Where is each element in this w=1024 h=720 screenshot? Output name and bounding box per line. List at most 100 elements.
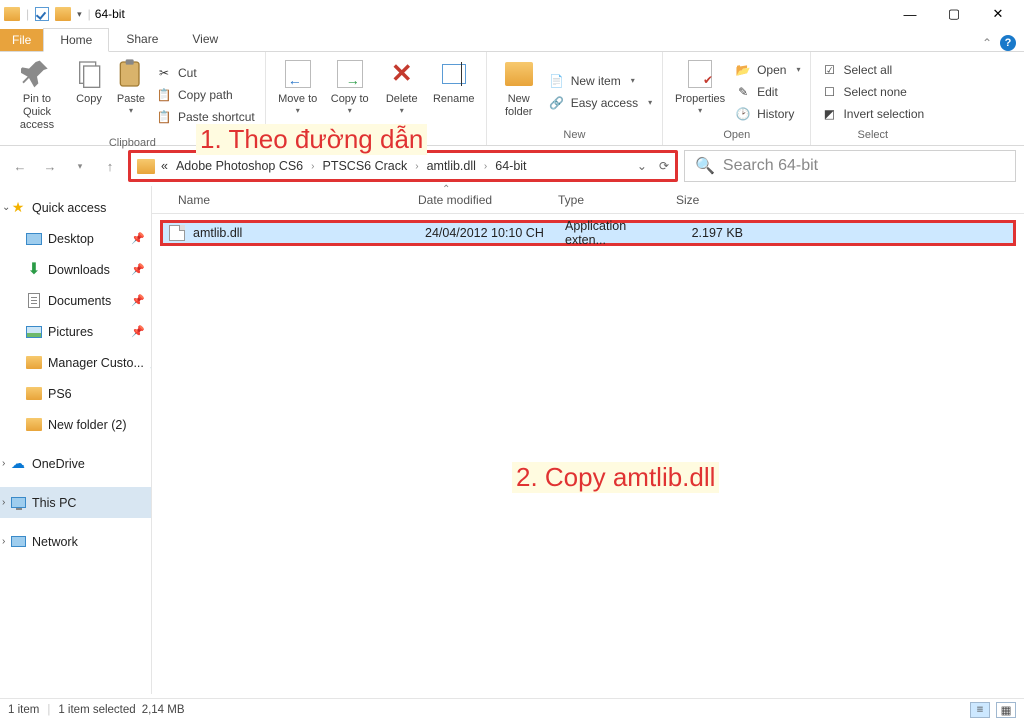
paste-shortcut-button[interactable]: 📋Paste shortcut [152,106,259,128]
qat: | ▾ | [4,7,91,21]
ribbon-group-new: New folder 📄New item▾ 🔗Easy access▾ New [487,52,663,145]
qat-divider: | [88,7,91,21]
folder-icon [4,7,20,21]
easy-access-button[interactable]: 🔗Easy access▾ [545,92,656,114]
sidebar-newfolder[interactable]: New folder (2) [0,409,151,440]
sidebar-downloads[interactable]: ⬇Downloads📌 [0,254,151,285]
sidebar-quick-access[interactable]: ⌄★Quick access [0,192,151,223]
tab-view[interactable]: View [175,27,235,51]
breadcrumb-prefix: « [161,159,168,173]
sidebar-onedrive[interactable]: ›☁OneDrive [0,448,151,479]
forward-button[interactable]: → [38,154,62,178]
status-size: 2,14 MB [142,704,185,716]
rename-button[interactable]: Rename [428,54,480,129]
sort-indicator-icon: ⌃ [442,184,450,195]
status-selected: 1 item selected [58,704,135,716]
properties-button[interactable]: Properties▾ [669,54,731,129]
select-none-button[interactable]: ☐Select none [817,81,928,103]
copy-to-button[interactable]: Copy to▾ [324,54,376,129]
col-type[interactable]: Type [550,193,668,207]
help-icon[interactable]: ? [1000,35,1016,51]
status-bar: 1 item | 1 item selected 2,14 MB ≡ ▦ [0,698,1024,720]
minimize-button[interactable]: — [888,0,932,28]
large-icons-view-button[interactable]: ▦ [996,702,1016,718]
ribbon-group-select: ☑Select all ☐Select none ◩Invert selecti… [811,52,934,145]
breadcrumb-part[interactable]: PTSCS6 Crack [322,159,407,173]
pin-icon: 📌 [131,294,145,307]
folder-icon[interactable] [55,7,71,21]
edit-button[interactable]: ✎Edit [731,81,804,103]
tab-home[interactable]: Home [43,28,109,52]
breadcrumb-part[interactable]: 64-bit [495,159,526,173]
col-size[interactable]: Size [668,193,748,207]
search-icon: 🔍 [695,156,715,176]
sidebar: ⌄★Quick access Desktop📌 ⬇Downloads📌 Docu… [0,186,152,694]
details-view-button[interactable]: ≡ [970,702,990,718]
group-label: Select [817,129,928,143]
copy-path-button[interactable]: 📋Copy path [152,84,259,106]
dll-file-icon [169,225,185,241]
tab-share[interactable]: Share [109,27,175,51]
sidebar-desktop[interactable]: Desktop📌 [0,223,151,254]
sidebar-pictures[interactable]: Pictures📌 [0,316,151,347]
window-controls: — ▢ ✕ [888,0,1020,28]
address-bar[interactable]: « Adobe Photoshop CS6› PTSCS6 Crack› amt… [128,150,678,182]
main: ⌄★Quick access Desktop📌 ⬇Downloads📌 Docu… [0,186,1024,694]
sidebar-ps6[interactable]: PS6 [0,378,151,409]
sidebar-manager[interactable]: Manager Custo...📌 [0,347,151,378]
tab-file[interactable]: File [0,29,43,51]
ribbon-tabs: File Home Share View ⌃ ? [0,28,1024,52]
maximize-button[interactable]: ▢ [932,0,976,28]
sidebar-documents[interactable]: Documents📌 [0,285,151,316]
qat-divider: | [26,7,29,21]
col-name[interactable]: Name [152,193,410,207]
breadcrumb: « Adobe Photoshop CS6› PTSCS6 Crack› amt… [161,159,527,173]
up-button[interactable]: ↑ [98,154,122,178]
file-date: 24/04/2012 10:10 CH [417,226,557,240]
group-label: New [493,129,656,143]
close-button[interactable]: ✕ [976,0,1020,28]
search-placeholder: Search 64-bit [723,157,818,175]
breadcrumb-part[interactable]: amtlib.dll [427,159,476,173]
folder-icon [137,159,155,174]
delete-button[interactable]: ✕Delete▾ [376,54,428,129]
content-pane: Name Date modified Type Size ⌃ amtlib.dl… [152,186,1024,694]
recent-dropdown-icon[interactable]: ▾ [68,154,92,178]
address-dropdown-icon[interactable]: ⌄ [637,159,647,173]
column-headers: Name Date modified Type Size ⌃ [152,186,1024,214]
group-label: Organize [272,129,480,143]
file-type: Application exten... [557,219,675,247]
file-row[interactable]: amtlib.dll 24/04/2012 10:10 CH Applicati… [160,220,1016,246]
window-title: 64-bit [95,7,125,21]
select-all-button[interactable]: ☑Select all [817,59,928,81]
title-bar: | ▾ | 64-bit — ▢ ✕ [0,0,1024,28]
collapse-ribbon-icon[interactable]: ⌃ [982,36,992,50]
col-date[interactable]: Date modified [410,193,550,207]
open-button[interactable]: 📂Open▾ [731,59,804,81]
ribbon-group-organize: Move to▾ Copy to▾ ✕Delete▾ Rename Organi… [266,52,487,145]
pin-icon: 📌 [131,325,145,338]
group-label: Clipboard [6,137,259,151]
copy-button[interactable]: Copy [68,54,110,137]
back-button[interactable]: ← [8,154,32,178]
history-button[interactable]: 🕑History [731,103,804,125]
cut-button[interactable]: ✂Cut [152,62,259,84]
refresh-icon[interactable]: ⟳ [659,159,669,173]
group-label: Open [669,129,804,143]
paste-button[interactable]: Paste ▾ [110,54,152,137]
new-item-button[interactable]: 📄New item▾ [545,70,656,92]
nav-row: ← → ▾ ↑ « Adobe Photoshop CS6› PTSCS6 Cr… [0,146,1024,186]
sidebar-this-pc[interactable]: ›This PC [0,487,151,518]
move-to-button[interactable]: Move to▾ [272,54,324,129]
sidebar-network[interactable]: ›Network [0,526,151,557]
new-folder-button[interactable]: New folder [493,54,545,129]
search-input[interactable]: 🔍 Search 64-bit [684,150,1016,182]
invert-selection-button[interactable]: ◩Invert selection [817,103,928,125]
breadcrumb-part[interactable]: Adobe Photoshop CS6 [176,159,303,173]
props-qat-icon[interactable] [35,7,49,21]
annotation-2: 2. Copy amtlib.dll [512,462,719,493]
pin-icon: 📌 [131,263,145,276]
pin-quick-access-button[interactable]: Pin to Quick access [6,54,68,137]
qat-dropdown-icon[interactable]: ▾ [77,9,82,20]
ribbon-group-open: Properties▾ 📂Open▾ ✎Edit 🕑History Open [663,52,811,145]
